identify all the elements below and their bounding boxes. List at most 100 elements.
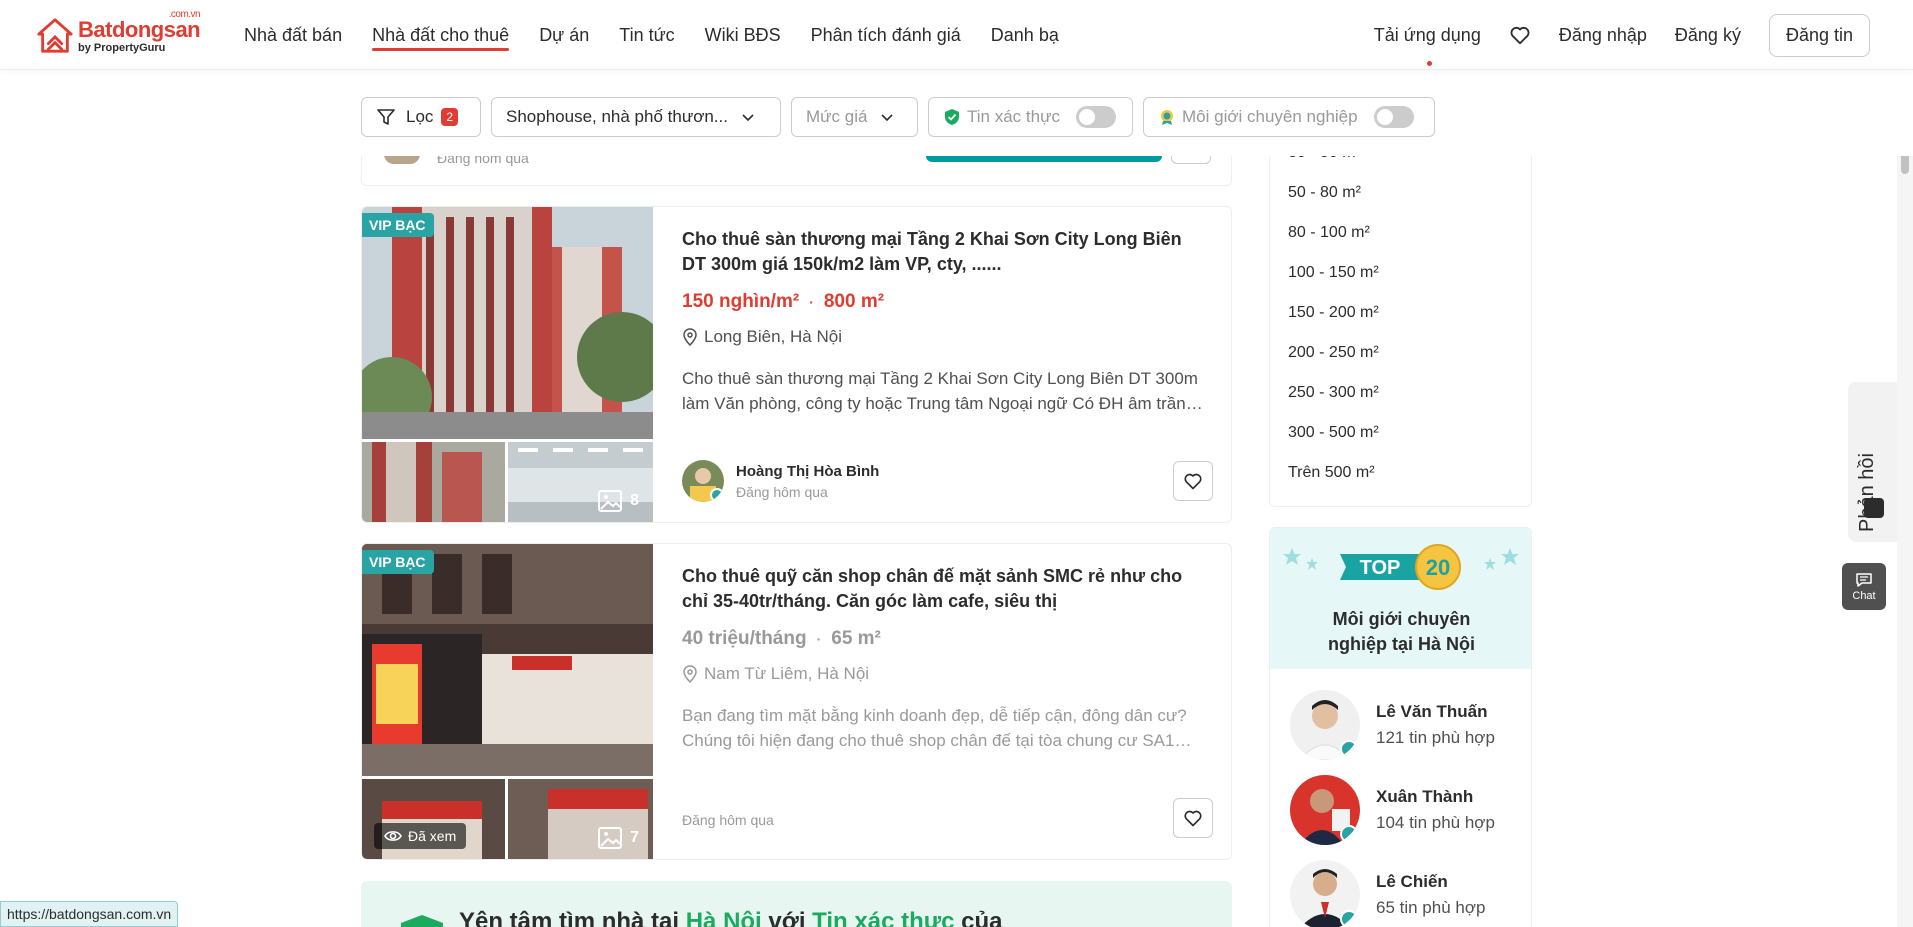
separator-dot: · xyxy=(816,631,822,647)
listing-card[interactable]: VIP BẠC Đã xem 7 Cho thuê quỹ căn shop c… xyxy=(361,543,1232,860)
avatar xyxy=(1290,860,1360,927)
listing-gallery[interactable]: VIP BẠC Đã xem 7 xyxy=(362,544,653,859)
broker-name[interactable]: Xuân Thành xyxy=(1376,787,1495,807)
area-option[interactable]: Trên 500 m² xyxy=(1288,464,1375,482)
area-option[interactable]: 150 - 200 m² xyxy=(1288,304,1379,322)
chat-bubble-icon xyxy=(1856,572,1872,587)
funnel-icon xyxy=(377,109,395,125)
verified-promo-banner[interactable]: Yên tâm tìm nhà tại Hà Nội với Tin xác t… xyxy=(361,881,1232,927)
feedback-label: Phản hồi xyxy=(1856,453,1878,532)
listing-info: Cho thuê sàn thương mại Tầng 2 Khai Sơn … xyxy=(682,227,1210,416)
broker-item[interactable]: Xuân Thành 104 tin phù hợp xyxy=(1290,775,1495,845)
logo-house-icon xyxy=(37,18,73,53)
listing-info: Cho thuê quỹ căn shop chân đế mặt sảnh S… xyxy=(682,564,1210,753)
broker-listing-count: 65 tin phù hợp xyxy=(1376,898,1486,917)
vip-badge: VIP BẠC xyxy=(362,550,434,574)
main-nav: Nhà đất bán Nhà đất cho thuê Dự án Tin t… xyxy=(244,0,1059,70)
verified-icon xyxy=(1340,910,1358,927)
register-link[interactable]: Đăng ký xyxy=(1675,25,1741,46)
listing-main-photo[interactable] xyxy=(362,207,653,439)
listing-main-photo[interactable] xyxy=(362,544,653,776)
listing-location: Nam Từ Liêm, Hà Nội xyxy=(682,664,1210,684)
post-date: Đăng hôm qua xyxy=(682,812,774,828)
promo-heading: Yên tâm tìm nhà tại Hà Nội với Tin xác t… xyxy=(459,908,1003,927)
broker-item[interactable]: Lê Chiến 65 tin phù hợp xyxy=(1290,860,1485,927)
top-20-badge: TOP 20 xyxy=(1340,544,1461,590)
eye-icon xyxy=(384,831,402,841)
separator-dot: · xyxy=(809,294,814,310)
shield-check-icon xyxy=(945,109,959,125)
status-bar-url: https://batdongsan.com.vn xyxy=(0,901,179,927)
broker-name[interactable]: Lê Văn Thuấn xyxy=(1376,702,1495,722)
page-scrollbar[interactable] xyxy=(1897,70,1913,927)
listing-card[interactable]: VIP BẠC 8 Cho thuê sàn thương mại Tầng 2… xyxy=(361,206,1232,523)
nav-nha-dat-ban[interactable]: Nhà đất bán xyxy=(244,0,342,70)
listing-gallery[interactable]: VIP BẠC 8 xyxy=(362,207,653,522)
filter-label: Lọc xyxy=(406,107,434,126)
listing-description: Cho thuê sàn thương mại Tầng 2 Khai Sơn … xyxy=(682,369,1203,413)
site-header: Batdongsan .com.vn by PropertyGuru Nhà đấ… xyxy=(0,0,1913,70)
avatar xyxy=(1290,690,1360,760)
top-badge-number: 20 xyxy=(1426,555,1450,580)
area-option[interactable]: 50 - 80 m² xyxy=(1288,184,1361,202)
area-option[interactable]: 80 - 100 m² xyxy=(1288,224,1370,242)
nav-tin-tuc[interactable]: Tin tức xyxy=(619,0,674,70)
listing-title[interactable]: Cho thuê quỹ căn shop chân đế mặt sảnh S… xyxy=(682,564,1210,614)
logo-suffix: .com.vn xyxy=(168,8,201,20)
nav-phan-tich-danh-gia[interactable]: Phân tích đánh giá xyxy=(811,0,961,70)
listing-thumb-photo[interactable] xyxy=(362,442,505,522)
broker-name[interactable]: Lê Chiến xyxy=(1376,872,1485,892)
agent-name[interactable]: Hoàng Thị Hòa Bình xyxy=(736,463,879,480)
area-filter-panel: 30 - 50 m² 50 - 80 m² 80 - 100 m² 100 - … xyxy=(1269,144,1532,507)
verified-toggle[interactable] xyxy=(1075,106,1116,128)
top-badge-text: TOP xyxy=(1360,557,1401,579)
chat-button[interactable]: Chat xyxy=(1842,563,1886,610)
star-icon xyxy=(1484,548,1519,570)
favorite-button[interactable] xyxy=(1173,461,1213,501)
building-photo xyxy=(362,207,653,439)
agent-info[interactable]: Hoàng Thị Hòa Bình Đăng hôm qua xyxy=(682,460,879,502)
vip-badge: VIP BẠC xyxy=(362,213,434,237)
photo-count[interactable]: 7 xyxy=(598,827,639,849)
map-pin-icon xyxy=(683,665,697,683)
category-select[interactable]: Shophouse, nhà phố thươn... xyxy=(491,97,781,137)
feedback-icon xyxy=(1864,498,1884,518)
download-app-link[interactable]: Tải ứng dụng xyxy=(1374,25,1481,66)
filter-button[interactable]: Lọc 2 xyxy=(361,97,481,137)
pro-broker-toggle[interactable] xyxy=(1373,106,1414,128)
nav-wiki-bds[interactable]: Wiki BĐS xyxy=(705,0,781,70)
pro-broker-toggle-filter[interactable]: Môi giới chuyên nghiệp xyxy=(1143,97,1435,137)
image-icon xyxy=(598,490,623,512)
area-option[interactable]: 250 - 300 m² xyxy=(1288,384,1379,402)
nav-du-an[interactable]: Dự án xyxy=(539,0,589,70)
post-listing-button[interactable]: Đăng tin xyxy=(1768,13,1870,57)
shield-icon xyxy=(401,915,443,927)
listing-title[interactable]: Cho thuê sàn thương mại Tầng 2 Khai Sơn … xyxy=(682,227,1210,277)
broker-listing-count: 121 tin phù hợp xyxy=(1376,728,1495,747)
heart-icon xyxy=(1184,810,1202,827)
heart-icon xyxy=(1184,473,1202,490)
broker-item[interactable]: Lê Văn Thuấn 121 tin phù hợp xyxy=(1290,690,1495,760)
area-option[interactable]: 100 - 150 m² xyxy=(1288,264,1379,282)
site-logo[interactable]: Batdongsan .com.vn by PropertyGuru xyxy=(36,9,201,58)
price-select[interactable]: Mức giá xyxy=(791,97,918,137)
listing-price: 150 nghìn/m² xyxy=(682,291,800,312)
broker-listing-count: 104 tin phù hợp xyxy=(1376,813,1495,832)
photo-count[interactable]: 8 xyxy=(598,490,639,512)
nav-nha-dat-cho-thue[interactable]: Nhà đất cho thuê xyxy=(372,0,510,70)
filter-count-badge: 2 xyxy=(441,108,459,126)
area-option[interactable]: 300 - 500 m² xyxy=(1288,424,1379,442)
verified-toggle-filter[interactable]: Tin xác thực xyxy=(928,97,1133,137)
feedback-tab[interactable]: Phản hồi xyxy=(1848,382,1900,542)
top-brokers-title: Môi giới chuyên nghiệp tại Hà Nội xyxy=(1327,609,1475,654)
price-placeholder: Mức giá xyxy=(806,107,868,126)
viewed-badge: Đã xem xyxy=(374,823,467,849)
listing-price-area: 150 nghìn/m² · 800 m² xyxy=(682,291,1210,313)
area-option[interactable]: 200 - 250 m² xyxy=(1288,344,1379,362)
header-actions: Tải ứng dụng Đăng nhập Đăng ký Đăng tin xyxy=(1374,0,1870,70)
nav-danh-ba[interactable]: Danh bạ xyxy=(991,0,1059,70)
login-link[interactable]: Đăng nhập xyxy=(1559,25,1647,46)
heart-icon[interactable] xyxy=(1509,24,1531,46)
top-brokers-panel: TOP 20 Môi giới chuyên nghiệp tại Hà Nội… xyxy=(1269,527,1532,927)
favorite-button[interactable] xyxy=(1173,798,1213,838)
